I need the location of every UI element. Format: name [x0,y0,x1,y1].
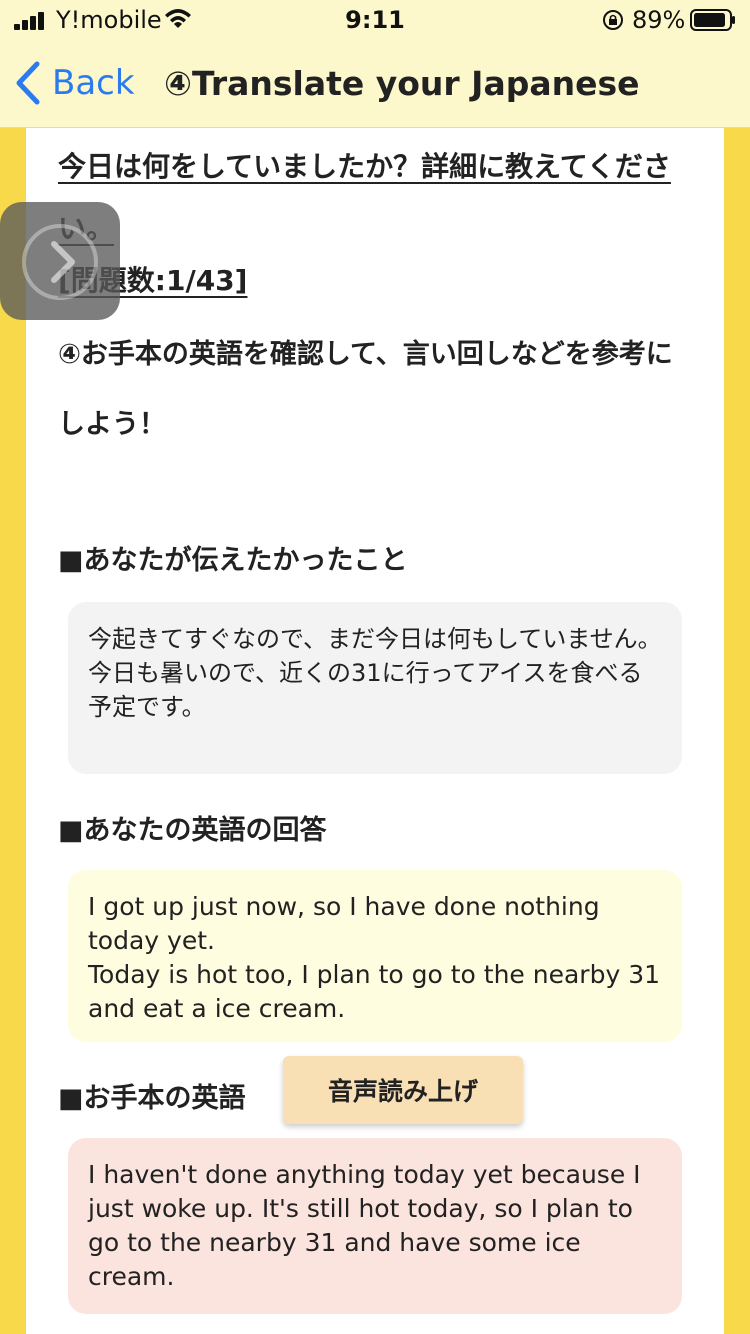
answer-text-line: I got up just now, so I have done nothin… [88,892,600,955]
battery-percentage: 89% [632,6,686,34]
question-text: 今日は何をしていましたか？詳細に教えてください。 [58,150,671,245]
assistive-touch-button[interactable] [0,202,120,320]
status-bar: Y!mobile 9:11 89% [0,0,750,42]
answer-text-box: I got up just now, so I have done nothin… [68,870,682,1042]
intended-text-box: 今起きてすぐなので、まだ今日は何もしていません。 今日も暑いので、近くの31に行… [68,602,682,774]
model-section-title: ■お手本の英語 [58,1083,246,1114]
answer-text-line: Today is hot too, I plan to go to the ne… [88,960,661,1023]
top-bar: Y!mobile 9:11 89% Back ④Translate your J… [0,0,750,128]
answer-section-title: ■あなたの英語の回答 [58,815,327,846]
model-text: I haven't done anything today yet becaus… [88,1160,641,1291]
battery-icon [690,9,735,31]
navigation-bar: Back ④Translate your Japanese [0,42,750,128]
back-button[interactable]: Back [14,58,135,108]
instruction-text: ④お手本の英語を確認して、言い回しなどを参考にしよう！ [58,339,673,440]
read-aloud-button[interactable]: 音声読み上げ [283,1056,523,1124]
intended-text-line: 今起きてすぐなので、まだ今日は何もしていません。 [88,625,662,653]
page-title: ④Translate your Japanese [164,64,640,103]
intended-text-line: 今日も暑いので、近くの31に行ってアイスを食べる予定です。 [88,659,643,721]
back-label: Back [52,63,135,103]
content-card: 今日は何をしていましたか？詳細に教えてください。 [問題数:1/43] ④お手本… [26,128,724,1334]
chevron-left-icon [16,61,40,105]
rotation-lock-icon [603,10,623,30]
chevron-right-icon [22,224,98,300]
model-text-box: I haven't done anything today yet becaus… [68,1138,682,1314]
intended-section-title: ■あなたが伝えたかったこと [58,545,408,576]
